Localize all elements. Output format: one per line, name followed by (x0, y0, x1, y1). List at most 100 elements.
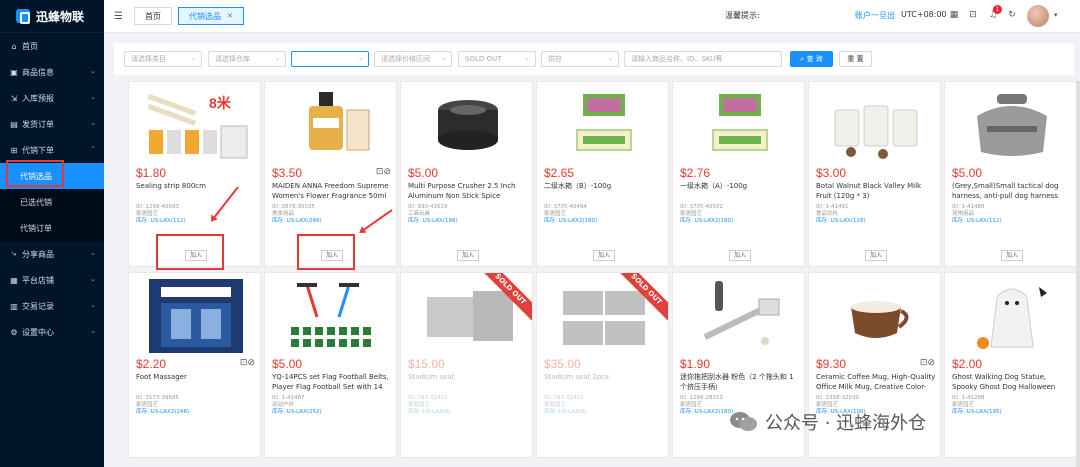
product-card[interactable]: ⊡⊘ $2.20 Foot Massager ID: 3173-39685 家居园… (128, 272, 261, 458)
select-placeholder: 请选择仓库 (215, 55, 250, 63)
product-title[interactable]: 一级水箱（A）-100g (680, 181, 800, 201)
sidebar-item-products[interactable]: ▣ 商品信息 ⌄ (0, 59, 104, 85)
product-stock: 库存: US-LAX(246) (272, 218, 322, 224)
store-icon: ▦ (10, 275, 18, 285)
search-button[interactable]: ⌕ 查 询 (790, 51, 833, 67)
cart-icon: ⊞ (10, 145, 18, 155)
price-range-select[interactable]: 请选择价格区间 ⌄ (374, 51, 452, 67)
account-link[interactable]: 账户一旦出 (855, 10, 895, 21)
product-price: $35.00 (544, 357, 581, 371)
brand-logo[interactable]: 迅蜂物联 (0, 0, 104, 33)
sidebar-item-stores[interactable]: ▦ 平台店铺 ⌄ (0, 267, 104, 293)
product-title[interactable]: Foot Massager (136, 372, 256, 392)
tab-consign-selection[interactable]: 代销选品 ✕ (178, 7, 244, 25)
add-button[interactable]: 加入 (1001, 250, 1023, 261)
reset-button[interactable]: 重 置 (839, 51, 872, 67)
sidebar-item-label: 已选代销 (20, 197, 52, 207)
sidebar-item-inbound[interactable]: ⇲ 入库预报 ⌄ (0, 85, 104, 111)
supply-select[interactable]: 供应 ⌄ (541, 51, 619, 67)
notification-badge: 1 (993, 5, 1002, 14)
scrollbar[interactable] (1076, 81, 1080, 467)
select-placeholder: 请选择价格区间 (381, 55, 430, 63)
chevron-down-icon[interactable]: ▾ (1054, 11, 1058, 19)
product-category: 家居园艺 (136, 211, 159, 217)
sidebar-item-orders[interactable]: ▤ 发货订单 ⌄ (0, 111, 104, 137)
product-card[interactable]: $5.00 (Grey,Small)Small tactical dog har… (944, 81, 1077, 267)
product-card[interactable]: SOLD OUT $15.00 Stadium seat ID: 793-324… (400, 272, 533, 458)
product-title[interactable]: 迷你拖把刮水器 粉色（2 个拖头和 1 个挤压手柄） (680, 372, 800, 392)
product-title[interactable]: Sealing strip 800cm (136, 181, 256, 201)
product-id: ID: 1299-40093 (136, 204, 179, 210)
close-icon[interactable]: ✕ (227, 12, 233, 20)
sold-out-select[interactable]: SOLD OUT ⌄ (458, 51, 536, 67)
product-title[interactable]: Ceramic Coffee Mug, High-Quality Office … (816, 372, 936, 392)
product-category: 家居园艺 (952, 402, 975, 408)
topbar: ☰ 首页 代销选品 ✕ 温馨提示: 账户一旦出 UTC+08:00 ▦ ⊡ ♫ 1… (104, 0, 1080, 33)
wechat-icon (730, 412, 757, 431)
search-input[interactable]: 请输入商品名称、ID、SKU等 (624, 51, 782, 67)
sidebar-item-label: 发货订单 (22, 119, 54, 129)
sidebar-item-settings[interactable]: ⚙ 设置中心 ⌄ (0, 319, 104, 345)
sidebar: 迅蜂物联 ⌂ 首页 ▣ 商品信息 ⌄ ⇲ 入库预报 ⌄ ▤ 发货订单 ⌄ ⊞ 代… (0, 0, 104, 467)
add-button[interactable]: 加入 (729, 250, 751, 261)
product-category: 家居园艺 (816, 402, 839, 408)
chevron-down-icon: ⌄ (607, 55, 613, 62)
category-select[interactable]: 请选择类目 ⌄ (124, 51, 202, 67)
product-card[interactable]: $5.00 YQ-14PCS set Flag Football Belts, … (264, 272, 397, 458)
product-title[interactable]: YQ-14PCS set Flag Football Belts, Player… (272, 372, 392, 392)
highlight-box (6, 160, 64, 187)
sidebar-item-label: 平台店铺 (22, 275, 54, 285)
chevron-down-icon: ⌄ (90, 301, 96, 309)
product-image (951, 276, 1072, 356)
add-button[interactable]: 加入 (593, 250, 615, 261)
product-meta: ID: 1-41288 家居园艺 库存: US-LAX(195) (952, 395, 1002, 416)
inbound-icon: ⇲ (10, 93, 18, 103)
sidebar-subitem-consign-orders[interactable]: 代销订单 (0, 215, 104, 241)
add-button[interactable]: 加入 (457, 250, 479, 261)
type-select[interactable]: ⌄ (291, 51, 369, 67)
chevron-down-icon: ⌄ (357, 55, 363, 62)
product-title[interactable]: 二级水箱（B）-100g (544, 181, 664, 201)
product-card[interactable]: $2.76 一级水箱（A）-100g ID: 3705-40502 家居园艺 库存:… (672, 81, 805, 267)
sidebar-item-share[interactable]: ⤷ 分享商品 ⌄ (0, 241, 104, 267)
warehouse-select[interactable]: 请选择仓库 ⌄ (208, 51, 286, 67)
refresh-icon[interactable]: ↻ (1007, 10, 1017, 20)
sidebar-subitem-selected[interactable]: 已选代销 (0, 189, 104, 215)
product-price: $3.50 (272, 166, 303, 180)
tab-home[interactable]: 首页 (134, 7, 172, 25)
menu-fold-icon[interactable]: ☰ (114, 11, 128, 22)
product-title[interactable]: Stadium seat 2pcs (544, 372, 664, 392)
sidebar-item-label: 分享商品 (22, 249, 54, 259)
product-meta: ID: 3705-40494 家居园艺 库存: US-LAX2(180) (544, 204, 597, 225)
chevron-down-icon: ⌄ (90, 93, 96, 101)
translate-icon[interactable]: ⊡ (968, 10, 978, 20)
badge-icons: ⊡⊘ (375, 167, 391, 177)
product-card[interactable]: $3.00 Botal Walnut Black Valley Milk Fru… (808, 81, 941, 267)
product-title[interactable]: Ghost Walking Dog Statue, Spooky Ghost D… (952, 372, 1072, 392)
svg-text:8米: 8米 (209, 95, 232, 111)
product-title[interactable]: Stadium seat (408, 372, 528, 392)
grid-icon[interactable]: ▦ (949, 10, 959, 20)
avatar[interactable] (1027, 5, 1049, 27)
product-card[interactable]: $5.00 Multi Purpose Crusher 2.5 Inch Alu… (400, 81, 533, 267)
sidebar-item-label: 商品信息 (22, 67, 54, 77)
sidebar-item-records[interactable]: ▥ 交易记录 ⌄ (0, 293, 104, 319)
sidebar-item-home[interactable]: ⌂ 首页 (0, 33, 104, 59)
tab-label: 首页 (145, 11, 161, 21)
product-id: ID: 3173-39685 (136, 395, 179, 401)
product-card[interactable]: $2.00 Ghost Walking Dog Statue, Spooky G… (944, 272, 1077, 458)
timezone-label[interactable]: UTC+08:00 (901, 10, 947, 19)
filter-bar: 请选择类目 ⌄ 请选择仓库 ⌄ ⌄ 请选择价格区间 ⌄ SOLD OUT ⌄ 供应 ⌄ 请… (114, 43, 1074, 75)
add-button[interactable]: 加入 (865, 250, 887, 261)
product-title[interactable]: Botal Walnut Black Valley Milk Fruit (12… (816, 181, 936, 201)
product-card[interactable]: SOLD OUT $35.00 Stadium seat 2pcs ID: 79… (536, 272, 669, 458)
product-title[interactable]: (Grey,Small)Small tactical dog harness, … (952, 181, 1072, 201)
product-price: $5.00 (952, 166, 983, 180)
product-title[interactable]: Multi Purpose Crusher 2.5 Inch Aluminum … (408, 181, 528, 201)
product-price: $5.00 (408, 166, 439, 180)
share-icon: ⤷ (11, 249, 17, 258)
product-card[interactable]: $2.65 二级水箱（B）-100g ID: 3705-40494 家居园艺 库存:… (536, 81, 669, 267)
product-meta: ID: 1-41488 宠物用品 库存: US-LAX(112) (952, 204, 1002, 225)
product-title[interactable]: MAIDEN ANNA Freedom Supreme Women's Flow… (272, 181, 392, 201)
select-placeholder: SOLD OUT (465, 55, 502, 63)
